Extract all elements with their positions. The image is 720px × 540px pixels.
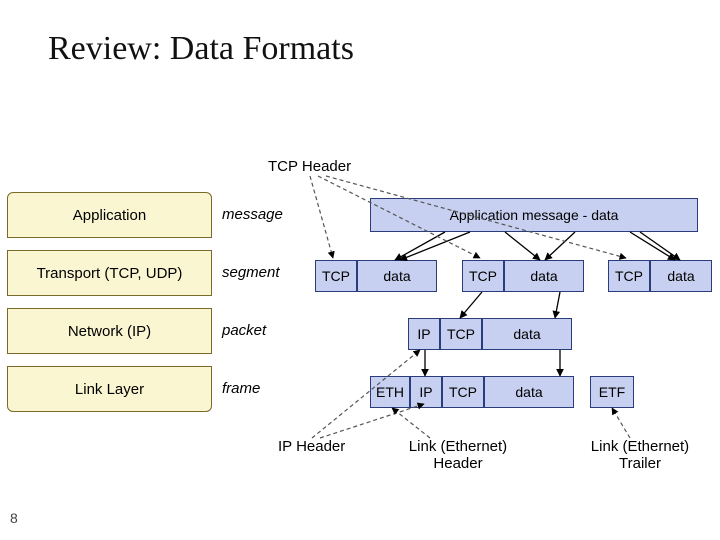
cell-text: data (383, 268, 410, 284)
cell-text: data (513, 326, 540, 342)
cell-data-2: data (504, 260, 584, 292)
unit-segment: segment (222, 264, 280, 281)
cell-text: TCP (469, 268, 497, 284)
cell-data-3: data (650, 260, 712, 292)
cell-tcp-1: TCP (315, 260, 357, 292)
cell-data-l: data (484, 376, 574, 408)
cell-etf: ETF (590, 376, 634, 408)
cell-text: TCP (322, 268, 350, 284)
cell-app-msg-data: Application message - data (370, 198, 698, 232)
cell-ip-l: IP (410, 376, 442, 408)
annot-link-header: Link (Ethernet) Header (388, 438, 528, 472)
layer-application: Application (7, 192, 212, 238)
unit-message: message (222, 206, 283, 223)
unit-frame: frame (222, 380, 260, 397)
slide-number: 8 (10, 510, 18, 526)
cell-text: TCP (447, 326, 475, 342)
layer-label: Link Layer (75, 381, 144, 398)
cell-tcp-3: TCP (608, 260, 650, 292)
slide-title: Review: Data Formats (48, 30, 354, 68)
cell-text: IP (419, 384, 432, 400)
layer-network: Network (IP) (7, 308, 212, 354)
cell-text: Application message - data (450, 207, 619, 223)
layer-link: Link Layer (7, 366, 212, 412)
cell-tcp-2: TCP (462, 260, 504, 292)
cell-ip-1: IP (408, 318, 440, 350)
layer-label: Transport (TCP, UDP) (37, 265, 183, 282)
cell-text: IP (417, 326, 430, 342)
cell-data-n: data (482, 318, 572, 350)
cell-text: data (667, 268, 694, 284)
cell-eth: ETH (370, 376, 410, 408)
unit-packet: packet (222, 322, 266, 339)
cell-data-1: data (357, 260, 437, 292)
cell-tcp-n: TCP (440, 318, 482, 350)
layer-transport: Transport (TCP, UDP) (7, 250, 212, 296)
cell-text: data (530, 268, 557, 284)
cell-text: TCP (449, 384, 477, 400)
cell-tcp-l: TCP (442, 376, 484, 408)
annot-ip-header: IP Header (278, 438, 345, 455)
cell-text: data (515, 384, 542, 400)
layer-label: Application (73, 207, 146, 224)
layer-label: Network (IP) (68, 323, 151, 340)
annot-tcp-header: TCP Header (268, 158, 351, 175)
cell-text: ETF (599, 384, 625, 400)
cell-text: TCP (615, 268, 643, 284)
cell-text: ETH (376, 384, 404, 400)
annot-link-trailer: Link (Ethernet) Trailer (570, 438, 710, 472)
